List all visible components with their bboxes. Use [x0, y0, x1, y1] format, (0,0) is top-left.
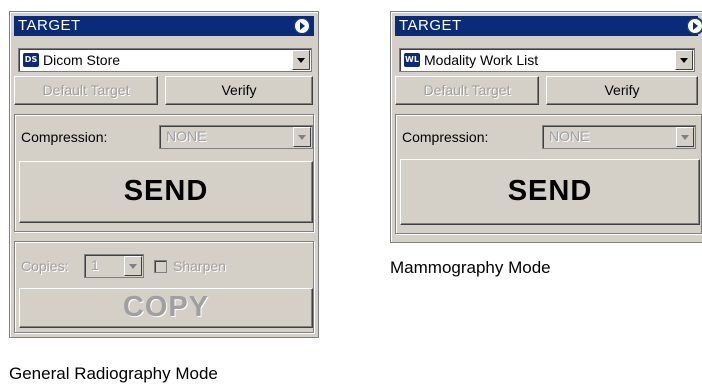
mammo-compression-label: Compression:: [402, 129, 489, 145]
mammo-verify-label: Verify: [604, 82, 640, 98]
general-send-button[interactable]: SEND: [19, 161, 313, 223]
mammo-send-group: Compression: NONE SEND: [395, 114, 702, 234]
chevron-down-icon[interactable]: [124, 256, 142, 276]
general-mode-caption: General Radiography Mode: [9, 364, 218, 383]
general-verify-label: Verify: [221, 82, 257, 98]
general-copy-group: Copies: 1 Sharpen COPY: [14, 241, 314, 333]
mammo-compression-value: NONE: [549, 128, 590, 144]
general-copy-label: COPY: [122, 291, 210, 323]
general-send-group: Compression: NONE SEND: [14, 114, 314, 232]
mammo-verify-button[interactable]: Verify: [546, 76, 698, 105]
general-title-bar: TARGET: [14, 16, 314, 36]
mammo-send-label: SEND: [507, 175, 593, 207]
general-copies-select[interactable]: 1: [84, 254, 144, 278]
mammo-title-bar: TARGET: [395, 16, 702, 36]
general-sharpen-label: Sharpen: [173, 258, 226, 274]
chevron-down-icon[interactable]: [292, 50, 310, 70]
mammo-target-value: Modality Work List: [424, 52, 539, 68]
mammo-compression-select[interactable]: NONE: [542, 125, 696, 149]
general-title: TARGET: [18, 17, 81, 34]
general-target-value: Dicom Store: [43, 52, 121, 68]
general-verify-button[interactable]: Verify: [165, 76, 313, 105]
mammo-send-button[interactable]: SEND: [400, 159, 700, 225]
general-default-target-label: Default Target: [42, 82, 130, 98]
chevron-down-icon[interactable]: [675, 50, 693, 70]
general-copy-button[interactable]: COPY: [19, 288, 313, 328]
dicom-store-icon: DS: [23, 53, 39, 67]
mammo-target-select[interactable]: WL Modality Work List: [399, 48, 695, 72]
general-target-panel: TARGET DS Dicom Store Default Target Ver…: [9, 11, 319, 338]
mammo-default-target-label: Default Target: [423, 82, 511, 98]
general-target-select[interactable]: DS Dicom Store: [18, 48, 312, 72]
chevron-down-icon[interactable]: [293, 127, 311, 147]
general-sharpen-checkbox[interactable]: [154, 260, 167, 273]
mammo-target-panel: TARGET WL Modality Work List Default Tar…: [390, 11, 702, 243]
general-copies-value: 1: [91, 257, 99, 273]
general-send-label: SEND: [123, 175, 209, 207]
worklist-icon: WL: [404, 53, 420, 67]
chevron-down-icon[interactable]: [676, 127, 694, 147]
play-circle-icon[interactable]: [293, 17, 311, 35]
general-compression-label: Compression:: [21, 129, 108, 145]
general-default-target-button[interactable]: Default Target: [14, 76, 158, 105]
general-compression-select[interactable]: NONE: [159, 125, 313, 149]
mammo-title: TARGET: [399, 17, 462, 34]
mammo-mode-caption: Mammography Mode: [390, 258, 551, 277]
play-circle-icon[interactable]: [686, 17, 702, 35]
general-copies-label: Copies:: [21, 258, 69, 274]
general-compression-value: NONE: [166, 128, 207, 144]
mammo-default-target-button[interactable]: Default Target: [395, 76, 539, 105]
